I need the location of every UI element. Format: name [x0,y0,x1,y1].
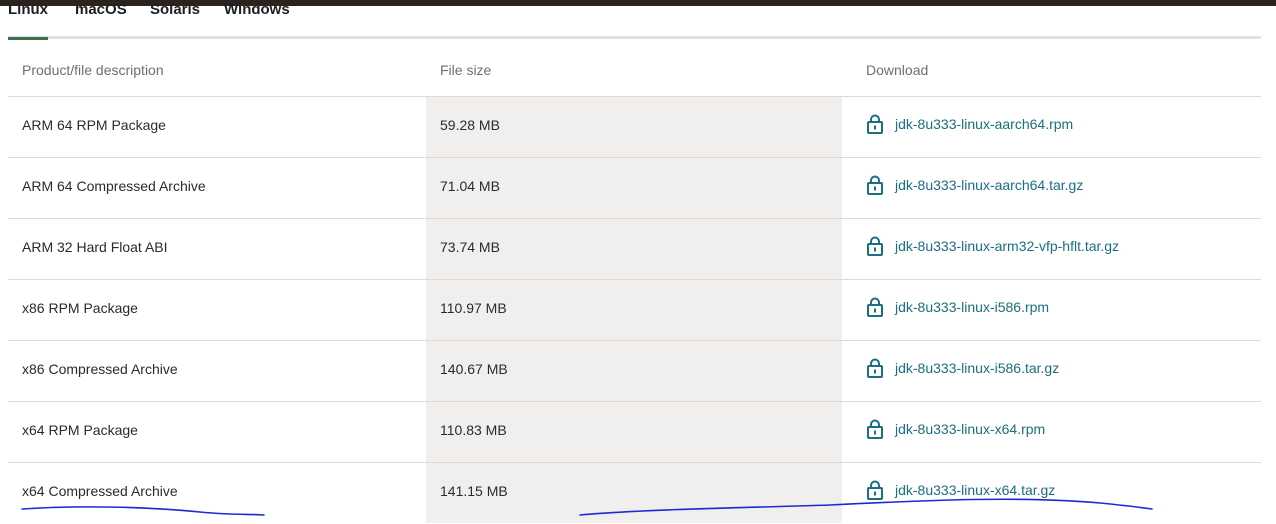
download-filename: jdk-8u333-linux-i586.tar.gz [895,360,1060,376]
download-link[interactable]: jdk-8u333-linux-i586.tar.gz [866,357,1059,379]
row-file-size: 140.67 MB [440,361,508,377]
lock-icon [866,114,884,134]
tab-solaris[interactable]: Solaris [150,1,200,37]
table-row: x86 Compressed Archive 140.67 MB jdk-8u3… [8,341,1261,402]
row-description: ARM 64 RPM Package [22,117,166,133]
download-filename: jdk-8u333-linux-aarch64.tar.gz [895,177,1084,193]
lock-icon [866,480,884,500]
table-row: ARM 64 Compressed Archive 71.04 MB jdk-8… [8,158,1261,219]
table-header: Product/file description File size Downl… [8,39,1261,97]
download-link[interactable]: jdk-8u333-linux-x64.tar.gz [866,479,1055,501]
row-description: ARM 32 Hard Float ABI [22,239,168,255]
lock-icon [866,175,884,195]
header-file-size: File size [440,62,492,78]
download-link[interactable]: jdk-8u333-linux-x64.rpm [866,418,1045,440]
tab-windows[interactable]: Windows [224,1,290,37]
row-file-size: 59.28 MB [440,117,500,133]
download-link[interactable]: jdk-8u333-linux-arm32-vfp-hflt.tar.gz [866,235,1119,257]
lock-icon [866,419,884,439]
table-row: x64 RPM Package 110.83 MB jdk-8u333-linu… [8,402,1261,463]
row-file-size: 71.04 MB [440,178,500,194]
download-filename: jdk-8u333-linux-aarch64.rpm [895,116,1074,132]
download-filename: jdk-8u333-linux-i586.rpm [895,299,1050,315]
os-tabs: Linux macOS Solaris Windows [8,0,1261,40]
table-row: x64 Compressed Archive 141.15 MB jdk-8u3… [8,463,1261,524]
table-row: ARM 64 RPM Package 59.28 MB jdk-8u333-li… [8,97,1261,158]
row-file-size: 110.83 MB [440,422,507,438]
row-description: x86 RPM Package [22,300,138,316]
download-link[interactable]: jdk-8u333-linux-i586.rpm [866,296,1049,318]
row-description: ARM 64 Compressed Archive [22,178,206,194]
row-description: x86 Compressed Archive [22,361,178,377]
row-file-size: 110.97 MB [440,300,507,316]
downloads-table: Product/file description File size Downl… [8,39,1261,523]
download-filename: jdk-8u333-linux-arm32-vfp-hflt.tar.gz [895,238,1120,254]
row-file-size: 141.15 MB [440,483,508,499]
table-row: ARM 32 Hard Float ABI 73.74 MB jdk-8u333… [8,219,1261,280]
download-filename: jdk-8u333-linux-x64.rpm [895,421,1046,437]
row-description: x64 RPM Package [22,422,138,438]
download-link[interactable]: jdk-8u333-linux-aarch64.tar.gz [866,174,1083,196]
tab-linux[interactable]: Linux [8,1,48,40]
row-description: x64 Compressed Archive [22,483,178,499]
header-description: Product/file description [22,62,164,78]
tab-macos[interactable]: macOS [75,1,127,37]
table-row: x86 RPM Package 110.97 MB jdk-8u333-linu… [8,280,1261,341]
row-file-size: 73.74 MB [440,239,500,255]
header-download: Download [866,62,929,78]
lock-icon [866,236,884,256]
lock-icon [866,358,884,378]
download-filename: jdk-8u333-linux-x64.tar.gz [895,482,1056,498]
lock-icon [866,297,884,317]
download-link[interactable]: jdk-8u333-linux-aarch64.rpm [866,113,1073,135]
